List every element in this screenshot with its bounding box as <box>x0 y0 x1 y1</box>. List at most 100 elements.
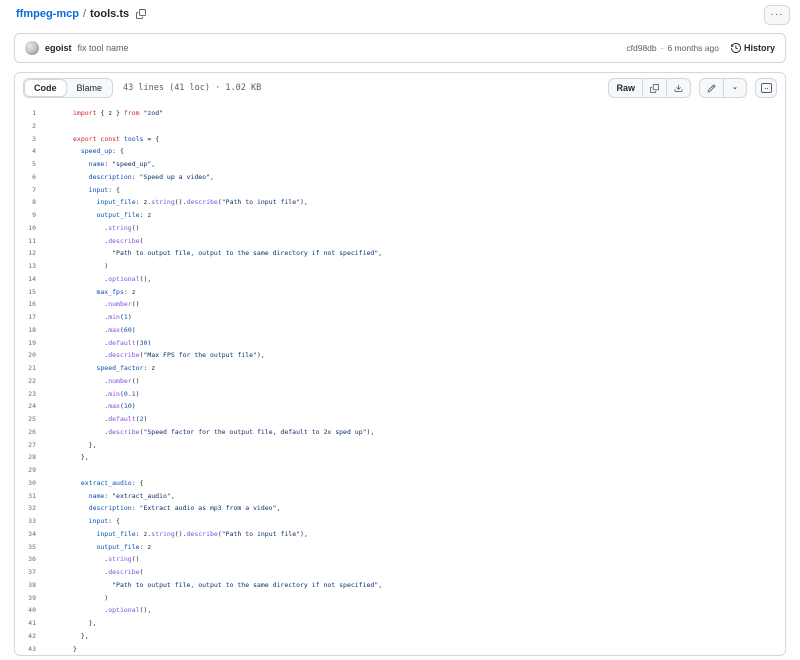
line-number[interactable]: 11 <box>15 235 57 248</box>
line-number[interactable]: 3 <box>15 133 57 146</box>
code-line: 14 .optional(), <box>15 273 785 286</box>
line-number[interactable]: 10 <box>15 222 57 235</box>
line-number[interactable]: 25 <box>15 413 57 426</box>
code-line-content: .string() <box>57 222 140 235</box>
code-line-content: .describe( <box>57 566 143 579</box>
line-number[interactable]: 16 <box>15 298 57 311</box>
line-number[interactable]: 30 <box>15 477 57 490</box>
more-options-button[interactable]: ··· <box>764 5 790 25</box>
line-number[interactable]: 1 <box>15 107 57 120</box>
breadcrumb-repo-link[interactable]: ffmpeg-mcp <box>16 8 79 20</box>
line-number[interactable]: 18 <box>15 324 57 337</box>
symbols-panel-icon <box>761 83 772 93</box>
code-line-content: speed_up: { <box>57 145 124 158</box>
code-line: 10 .string() <box>15 222 785 235</box>
line-number[interactable]: 20 <box>15 349 57 362</box>
code-line-content: }, <box>57 630 89 643</box>
line-number[interactable]: 35 <box>15 541 57 554</box>
line-number[interactable]: 13 <box>15 260 57 273</box>
line-number[interactable]: 4 <box>15 145 57 158</box>
breadcrumb-file-name: tools.ts <box>90 8 129 20</box>
line-number[interactable]: 33 <box>15 515 57 528</box>
code-line: 19 .default(30) <box>15 337 785 350</box>
raw-button[interactable]: Raw <box>609 79 643 97</box>
raw-copy-download-group: Raw <box>608 78 691 98</box>
tab-code[interactable]: Code <box>24 79 67 97</box>
line-number[interactable]: 42 <box>15 630 57 643</box>
line-number[interactable]: 5 <box>15 158 57 171</box>
line-number[interactable]: 38 <box>15 579 57 592</box>
code-line-content <box>57 120 73 133</box>
code-line: 25 .default(2) <box>15 413 785 426</box>
file-meta-info: 43 lines (41 loc) · 1.02 KB <box>123 83 261 93</box>
code-line: 20 .describe("Max FPS for the output fil… <box>15 349 785 362</box>
line-number[interactable]: 28 <box>15 451 57 464</box>
line-number[interactable]: 39 <box>15 592 57 605</box>
copy-path-icon[interactable] <box>136 9 146 19</box>
code-blame-switcher: Code Blame <box>23 78 113 98</box>
line-number[interactable]: 17 <box>15 311 57 324</box>
line-number[interactable]: 23 <box>15 388 57 401</box>
line-number[interactable]: 26 <box>15 426 57 439</box>
code-line-content: .default(30) <box>57 337 151 350</box>
line-number[interactable]: 43 <box>15 643 57 656</box>
code-line: 17 .min(1) <box>15 311 785 324</box>
code-line-content: input_file: z.string().describe("Path to… <box>57 528 308 541</box>
commit-message-link[interactable]: fix tool name <box>78 43 129 53</box>
symbols-panel-button[interactable] <box>755 78 777 98</box>
code-line: 36 .string() <box>15 553 785 566</box>
line-number[interactable]: 14 <box>15 273 57 286</box>
code-line-content: .min(0.1) <box>57 388 140 401</box>
line-number[interactable]: 8 <box>15 196 57 209</box>
avatar[interactable] <box>25 41 39 55</box>
commit-sha-link[interactable]: cfd98db <box>626 43 656 53</box>
line-number[interactable]: 12 <box>15 247 57 260</box>
commit-author-link[interactable]: egoist <box>45 43 72 53</box>
line-number[interactable]: 36 <box>15 553 57 566</box>
line-number[interactable]: 9 <box>15 209 57 222</box>
code-line: 4 speed_up: { <box>15 145 785 158</box>
code-line-content: }, <box>57 451 89 464</box>
code-line-content: "Path to output file, output to the same… <box>57 579 382 592</box>
edit-dropdown-button[interactable] <box>724 79 746 97</box>
breadcrumb: ffmpeg-mcp / tools.ts <box>16 8 146 20</box>
line-number[interactable]: 27 <box>15 439 57 452</box>
line-number[interactable]: 40 <box>15 604 57 617</box>
line-number[interactable]: 7 <box>15 184 57 197</box>
code-line: 32 description: "Extract audio as mp3 fr… <box>15 502 785 515</box>
file-toolbar: Code Blame 43 lines (41 loc) · 1.02 KB R… <box>15 73 785 103</box>
code-line: 27 }, <box>15 439 785 452</box>
code-line-content <box>57 464 73 477</box>
code-line: 28 }, <box>15 451 785 464</box>
code-line-content: .describe("Speed factor for the output f… <box>57 426 374 439</box>
line-number[interactable]: 37 <box>15 566 57 579</box>
code-line-content: }, <box>57 439 96 452</box>
code-line-content: }, <box>57 617 96 630</box>
download-button[interactable] <box>667 79 690 97</box>
code-line: 38 "Path to output file, output to the s… <box>15 579 785 592</box>
copy-file-button[interactable] <box>643 79 667 97</box>
line-number[interactable]: 21 <box>15 362 57 375</box>
line-number[interactable]: 6 <box>15 171 57 184</box>
line-number[interactable]: 41 <box>15 617 57 630</box>
code-line: 29 <box>15 464 785 477</box>
line-number[interactable]: 24 <box>15 400 57 413</box>
line-number[interactable]: 34 <box>15 528 57 541</box>
code-line: 15 max_fps: z <box>15 286 785 299</box>
line-number[interactable]: 22 <box>15 375 57 388</box>
code-line: 6 description: "Speed up a video", <box>15 171 785 184</box>
code-lines: 1import { z } from "zod"23export const t… <box>15 103 785 655</box>
line-number[interactable]: 2 <box>15 120 57 133</box>
line-number[interactable]: 15 <box>15 286 57 299</box>
caret-down-icon <box>731 84 739 92</box>
code-line-content: .describe("Max FPS for the output file")… <box>57 349 265 362</box>
tab-blame[interactable]: Blame <box>67 79 113 97</box>
code-line: 3export const tools = { <box>15 133 785 146</box>
code-line-content: name: "speed_up", <box>57 158 155 171</box>
edit-button[interactable] <box>700 79 724 97</box>
line-number[interactable]: 29 <box>15 464 57 477</box>
line-number[interactable]: 31 <box>15 490 57 503</box>
history-link[interactable]: History <box>731 43 775 53</box>
line-number[interactable]: 19 <box>15 337 57 350</box>
line-number[interactable]: 32 <box>15 502 57 515</box>
